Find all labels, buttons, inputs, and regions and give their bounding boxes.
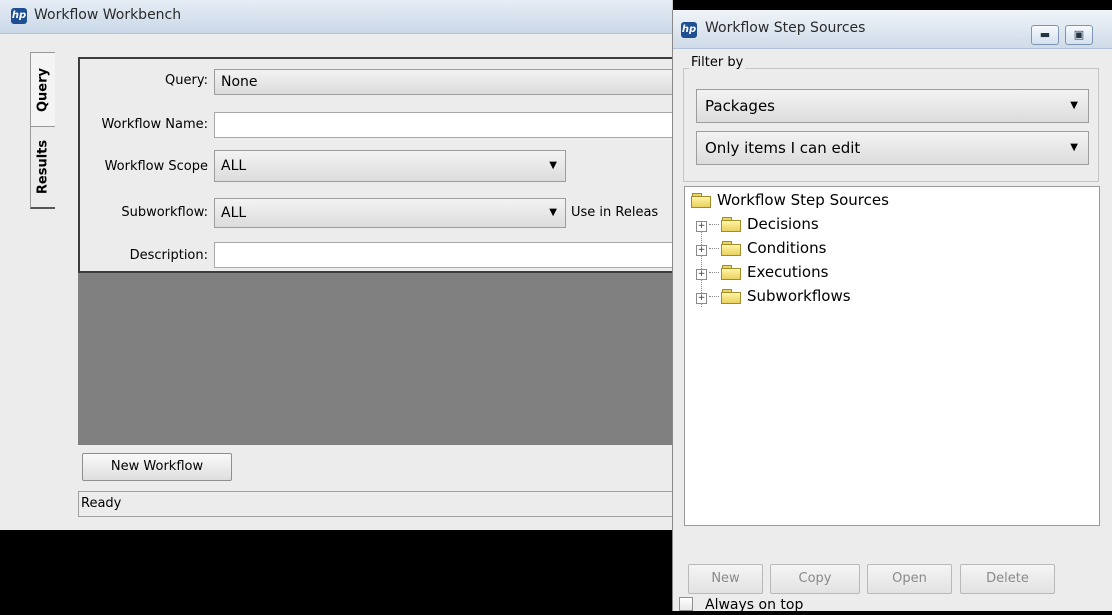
tree-item-label: Conditions [747, 239, 827, 257]
tree-root-label: Workflow Step Sources [717, 191, 889, 209]
new-button[interactable]: New [688, 564, 763, 594]
tree-root[interactable]: Workflow Step Sources [691, 189, 889, 211]
tree-item-executions[interactable]: + Executions [696, 261, 828, 283]
query-select[interactable]: None [214, 69, 674, 95]
tab-query[interactable]: Query [30, 52, 55, 128]
subworkflow-select[interactable]: ALL ▼ [214, 198, 566, 228]
tree-item-label: Subworkflows [747, 287, 851, 305]
workflow-scope-select[interactable]: ALL ▼ [214, 150, 566, 182]
expand-icon[interactable]: + [696, 245, 707, 256]
status-text: Ready [81, 496, 122, 511]
query-form: Query: None Workflow Name: Workflow Scop… [78, 57, 674, 273]
filter-permission-select[interactable]: Only items I can edit ▼ [696, 131, 1089, 165]
tab-results[interactable]: Results [30, 126, 55, 209]
results-area [78, 273, 672, 445]
step-sources-title: Workflow Step Sources [705, 20, 866, 36]
folder-icon [721, 289, 741, 304]
tab-query-label: Query [35, 67, 51, 113]
status-bar: Ready [78, 491, 672, 517]
open-button[interactable]: Open [867, 564, 952, 594]
checkbox-box[interactable] [679, 597, 693, 611]
folder-icon [721, 265, 741, 280]
maximize-button[interactable]: ▣ [1065, 25, 1093, 45]
workflow-step-sources-window: hp Workflow Step Sources ▬ ▣ Filter by P… [672, 10, 1112, 613]
workbench-title: Workflow Workbench [34, 7, 182, 23]
query-select-value: None [221, 74, 258, 90]
step-sources-title-bar[interactable]: hp Workflow Step Sources ▬ ▣ [673, 10, 1112, 49]
workflow-scope-value: ALL [221, 158, 247, 174]
tree-item-subworkflows[interactable]: + Subworkflows [696, 285, 851, 307]
chevron-down-icon: ▼ [1070, 100, 1078, 111]
always-on-top-checkbox[interactable]: Always on top [679, 595, 803, 615]
folder-icon [721, 241, 741, 256]
new-workflow-button[interactable]: New Workflow [82, 453, 232, 481]
hp-logo-icon: hp [681, 22, 697, 38]
workflow-workbench-window: hp Workflow Workbench Query Results Quer… [0, 0, 674, 530]
chevron-down-icon: ▼ [549, 160, 557, 171]
use-in-release-label: Use in Releas [571, 205, 659, 220]
copy-button[interactable]: Copy [770, 564, 860, 594]
filter-permission-value: Only items I can edit [705, 139, 861, 157]
tree-item-decisions[interactable]: + Decisions [696, 213, 819, 235]
tree-item-conditions[interactable]: + Conditions [696, 237, 826, 259]
workflow-name-label: Workflow Name: [101, 117, 208, 132]
sources-tree[interactable]: Workflow Step Sources + Decisions + Condit… [684, 186, 1100, 526]
filter-by-label: Filter by [689, 55, 746, 70]
workflow-name-field[interactable] [214, 112, 674, 138]
filter-type-select[interactable]: Packages ▼ [696, 89, 1089, 123]
filter-type-value: Packages [705, 97, 775, 115]
tree-item-label: Executions [747, 263, 829, 281]
expand-icon[interactable]: + [696, 293, 707, 304]
chevron-down-icon: ▼ [1070, 142, 1078, 153]
folder-icon [721, 217, 741, 232]
description-field[interactable] [214, 242, 674, 268]
expand-icon[interactable]: + [696, 269, 707, 280]
subworkflow-label: Subworkflow: [121, 205, 208, 220]
chevron-down-icon: ▼ [549, 207, 557, 218]
open-folder-icon [691, 193, 711, 208]
expand-icon[interactable]: + [696, 221, 707, 232]
minimize-button[interactable]: ▬ [1031, 25, 1059, 45]
tree-item-label: Decisions [747, 215, 819, 233]
workbench-title-bar[interactable]: hp Workflow Workbench [0, 0, 672, 34]
query-label: Query: [165, 73, 208, 88]
description-label: Description: [129, 248, 208, 263]
hp-logo-icon: hp [11, 8, 27, 24]
maximize-icon: ▣ [1073, 28, 1085, 41]
delete-button[interactable]: Delete [960, 564, 1055, 594]
subworkflow-value: ALL [221, 205, 247, 221]
tab-results-label: Results [35, 139, 51, 195]
workflow-scope-label: Workflow Scope [104, 159, 208, 174]
minimize-icon: ▬ [1039, 28, 1051, 41]
